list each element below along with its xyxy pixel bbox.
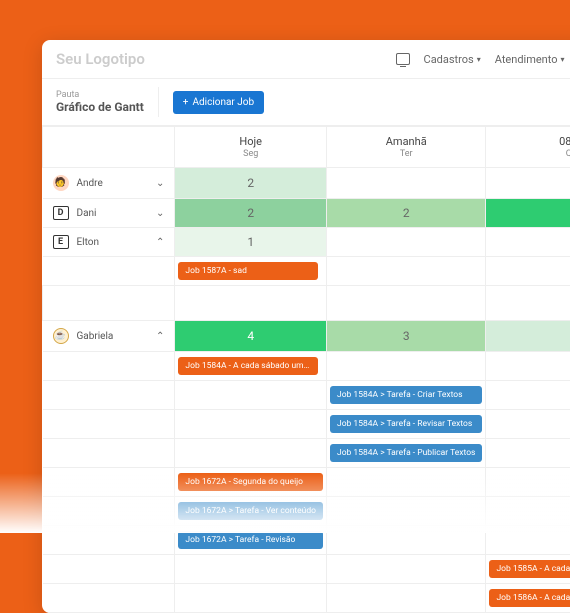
day-header: AmanhãTer: [327, 127, 486, 168]
chevron-down-icon[interactable]: ⌄: [156, 178, 164, 189]
person-row-dani: D Dani ⌄ 2 2 4: [43, 199, 570, 228]
task-row: Job 1672A - Segunda do queijo: [43, 468, 570, 497]
count-cell[interactable]: [486, 228, 570, 257]
count-cell[interactable]: [327, 228, 486, 257]
task-row: Job 1584A > Tarefa - Publicar Textos: [43, 439, 570, 468]
count-cell[interactable]: 2: [175, 199, 327, 228]
day-sub: Qua: [490, 149, 570, 159]
nav-label: Atendimento: [495, 53, 558, 66]
count-cell[interactable]: 2: [327, 199, 486, 228]
topbar: Seu Logotipo Cadastros▾ Atendimento▾ Soc…: [42, 40, 570, 79]
day-header: 08/11Qua: [486, 127, 570, 168]
day-title: Hoje: [239, 135, 262, 148]
count-cell[interactable]: 2: [175, 168, 327, 199]
person-name: Elton: [77, 237, 100, 248]
count-cell[interactable]: [486, 168, 570, 199]
task-row: Job 1584A > Tarefa - Criar Textos: [43, 381, 570, 410]
chevron-down-icon: ▾: [477, 55, 481, 64]
nav-label: Cadastros: [424, 53, 474, 66]
page-title: Gráfico de Gantt: [56, 100, 144, 114]
task-row: Job 1587A - sad: [43, 257, 570, 286]
nav-cadastros[interactable]: Cadastros▾: [424, 53, 481, 66]
chevron-up-icon[interactable]: ⌃: [156, 237, 164, 248]
day-sub: Ter: [331, 149, 481, 159]
count-cell[interactable]: 1: [175, 228, 327, 257]
person-header[interactable]: D Dani ⌄: [43, 199, 175, 227]
task-row: Job 1672A > Tarefa - Ver conteúdo: [43, 497, 570, 526]
person-name: Andre: [77, 178, 103, 189]
task-pill[interactable]: Job 1672A > Tarefa - Ver conteúdo: [178, 502, 323, 520]
nav-atendimento[interactable]: Atendimento▾: [495, 53, 565, 66]
count-cell[interactable]: [327, 168, 486, 199]
task-pill[interactable]: Job 1584A > Tarefa - Publicar Textos: [330, 444, 482, 462]
header-row: HojeSeg AmanhãTer 08/11Qua: [43, 127, 570, 168]
chevron-up-icon[interactable]: ⌃: [156, 331, 164, 342]
person-name: Dani: [77, 208, 97, 219]
top-navigation: Cadastros▾ Atendimento▾ Social▾ Job: [396, 53, 570, 66]
task-pill[interactable]: Job 1584A > Tarefa - Criar Textos: [330, 386, 482, 404]
person-name: Gabriela: [77, 331, 114, 342]
task-pill[interactable]: Job 1672A > Tarefa - Revisão: [178, 531, 323, 549]
task-pill[interactable]: Job 1672A - Segunda do queijo: [178, 473, 323, 491]
task-pill[interactable]: Job 1585A - A cada sábado uma História: [489, 560, 570, 578]
count-cell[interactable]: 2: [486, 321, 570, 352]
task-row: Job 1672A > Tarefa - Revisão: [43, 526, 570, 555]
avatar: E: [53, 235, 69, 249]
chevron-down-icon: ▾: [561, 55, 565, 64]
avatar: 🧑: [53, 175, 69, 191]
day-title: 08/11: [559, 135, 570, 148]
subbar-left: Pauta Gráfico de Gantt +Adicionar Job: [56, 87, 264, 117]
count-cell[interactable]: 4: [486, 199, 570, 228]
spacer-row: [43, 286, 570, 321]
task-pill[interactable]: Job 1584A - A cada sábado uma História: [178, 357, 318, 375]
monitor-icon[interactable]: [396, 53, 410, 65]
day-sub: Seg: [179, 149, 322, 159]
person-row-gabriela: ☕ Gabriela ⌃ 4 3 2: [43, 321, 570, 352]
task-pill[interactable]: Job 1584A > Tarefa - Revisar Textos: [330, 415, 482, 433]
day-title: Amanhã: [386, 135, 427, 148]
logo: Seu Logotipo: [56, 50, 145, 68]
avatar: D: [53, 206, 69, 220]
person-header[interactable]: ☕ Gabriela ⌃: [43, 321, 175, 351]
app-window: Seu Logotipo Cadastros▾ Atendimento▾ Soc…: [42, 40, 570, 613]
task-row: Job 1586A - A cada sábado uma: [43, 584, 570, 613]
chevron-down-icon[interactable]: ⌄: [156, 208, 164, 219]
gantt-table: HojeSeg AmanhãTer 08/11Qua 🧑 Andre ⌄ 2 D Da…: [42, 126, 570, 613]
task-pill[interactable]: Job 1586A - A cada sábado uma: [489, 589, 570, 607]
person-row-andre: 🧑 Andre ⌄ 2: [43, 168, 570, 199]
plus-icon: +: [183, 97, 189, 108]
divider: [158, 87, 159, 117]
task-row: Job 1584A > Tarefa - Revisar Textos: [43, 410, 570, 439]
add-job-button[interactable]: +Adicionar Job: [173, 91, 264, 114]
count-cell[interactable]: 4: [175, 321, 327, 352]
task-pill[interactable]: Job 1587A - sad: [178, 262, 318, 280]
avatar: ☕: [53, 328, 69, 344]
person-row-elton: E Elton ⌃ 1: [43, 228, 570, 257]
person-header[interactable]: 🧑 Andre ⌄: [43, 168, 175, 198]
subbar: Pauta Gráfico de Gantt +Adicionar Job 🔍P…: [42, 79, 570, 126]
breadcrumb-label: Pauta: [56, 90, 144, 100]
breadcrumb: Pauta Gráfico de Gantt: [56, 90, 144, 114]
day-header: HojeSeg: [175, 127, 327, 168]
add-button-label: Adicionar Job: [192, 97, 254, 108]
person-header[interactable]: E Elton ⌃: [43, 228, 175, 256]
task-row: Job 1584A - A cada sábado uma História: [43, 352, 570, 381]
count-cell[interactable]: 3: [327, 321, 486, 352]
task-row: Job 1585A - A cada sábado uma História: [43, 555, 570, 584]
